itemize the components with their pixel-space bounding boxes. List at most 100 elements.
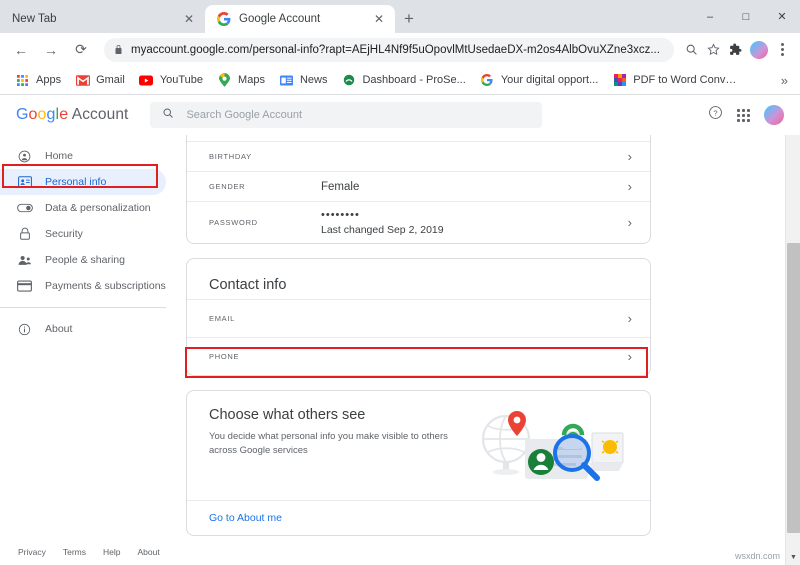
sidebar-item-home[interactable]: Home xyxy=(0,143,166,169)
logo-word: Account xyxy=(68,106,128,123)
go-to-about-me-link[interactable]: Go to About me xyxy=(187,500,650,535)
sidebar-item-data-personalization[interactable]: Data & personalization xyxy=(0,195,166,221)
password-last-changed: Last changed Sep 2, 2019 xyxy=(321,224,620,236)
footer-link-about[interactable]: About xyxy=(138,547,160,557)
google-account-logo: Google Account xyxy=(16,106,128,124)
sidebar-item-personal-info[interactable]: Personal info xyxy=(0,169,166,195)
lock-icon xyxy=(114,44,123,55)
sidebar-divider xyxy=(0,307,166,308)
forward-icon[interactable]: → xyxy=(38,37,64,63)
password-masked-value: •••••••• xyxy=(321,209,360,221)
back-icon[interactable]: ← xyxy=(8,37,34,63)
dashboard-icon xyxy=(341,73,356,88)
sidebar-item-people-sharing[interactable]: People & sharing xyxy=(0,247,166,273)
url-text: myaccount.google.com/personal-info?rapt=… xyxy=(131,44,664,56)
close-icon[interactable]: ✕ xyxy=(181,11,197,27)
lock-icon xyxy=(16,227,33,241)
row-password[interactable]: PASSWORD •••••••• Last changed Sep 2, 20… xyxy=(187,201,650,243)
browser-window: New Tab ✕ Google Account ✕ + – □ ✕ ← → xyxy=(0,0,800,565)
main-content: NAME › BIRTHDAY › GENDER Female › xyxy=(180,135,800,565)
window-controls: – □ ✕ xyxy=(692,0,800,33)
puzzle-icon[interactable] xyxy=(724,39,746,61)
row-label: GENDER xyxy=(209,182,321,191)
logo-letter: e xyxy=(59,106,68,123)
logo-letter: g xyxy=(47,106,56,123)
bookmark-label: YouTube xyxy=(160,74,203,86)
page-content: Google Account Search Google Account ? xyxy=(0,95,800,565)
logo-letter: o xyxy=(29,106,38,123)
google-account-header: Google Account Search Google Account ? xyxy=(0,95,800,135)
cwos-description: You decide what personal info you make v… xyxy=(209,430,459,459)
row-email[interactable]: EMAIL › xyxy=(187,299,650,337)
avatar-icon[interactable] xyxy=(750,41,768,59)
help-circle-icon[interactable]: ? xyxy=(708,105,723,125)
row-label: PASSWORD xyxy=(209,218,321,227)
logo-letter: o xyxy=(38,106,47,123)
pdf-converter-icon xyxy=(612,73,627,88)
close-icon[interactable]: ✕ xyxy=(371,11,387,27)
search-placeholder: Search Google Account xyxy=(186,109,302,121)
bookmark-news[interactable]: News xyxy=(272,70,335,91)
google-g-icon xyxy=(480,73,495,88)
search-icon[interactable] xyxy=(680,39,702,61)
sidebar-item-label: About xyxy=(45,323,72,335)
row-value-group: •••••••• Last changed Sep 2, 2019 xyxy=(321,209,620,236)
bookmark-label: Gmail xyxy=(96,74,125,86)
bookmark-dashboard[interactable]: Dashboard - ProSe... xyxy=(334,70,472,91)
footer-link-terms[interactable]: Terms xyxy=(63,547,86,557)
footer-link-privacy[interactable]: Privacy xyxy=(18,547,46,557)
row-phone[interactable]: PHONE › xyxy=(187,337,650,375)
sidebar-item-label: Personal info xyxy=(45,176,106,188)
bookmark-label: Apps xyxy=(36,74,61,86)
tab-google-account[interactable]: Google Account ✕ xyxy=(205,5,395,33)
toolbar-right xyxy=(724,39,792,61)
svg-text:?: ? xyxy=(713,108,717,117)
minimize-icon[interactable]: – xyxy=(692,0,728,33)
three-dot-menu-icon[interactable] xyxy=(772,43,792,56)
sidebar-item-payments-subscriptions[interactable]: Payments & subscriptions xyxy=(0,273,166,299)
gmail-icon xyxy=(75,73,90,88)
avatar-icon[interactable] xyxy=(764,105,784,125)
toggle-switch-icon xyxy=(16,203,33,213)
scroll-down-arrow-icon[interactable]: ▼ xyxy=(786,550,800,565)
bookmark-your-digital-opportunity[interactable]: Your digital opport... xyxy=(473,70,605,91)
search-input[interactable]: Search Google Account xyxy=(150,102,542,128)
bookmarks-overflow-icon[interactable]: » xyxy=(781,73,792,88)
row-birthday[interactable]: BIRTHDAY › xyxy=(187,141,650,171)
browser-toolbar: ← → ⟳ myaccount.google.com/personal-info… xyxy=(0,33,800,66)
header-actions: ? xyxy=(708,105,784,125)
sidebar-item-label: Home xyxy=(45,150,73,162)
watermark: wsxdn.com xyxy=(735,551,780,561)
apps-grid-icon xyxy=(15,73,30,88)
vertical-scrollbar[interactable]: ▲ ▼ xyxy=(785,95,800,565)
cwos-title: Choose what others see xyxy=(209,407,466,423)
reload-icon[interactable]: ⟳ xyxy=(68,37,94,63)
sidebar: Home Personal info Data & personalizatio… xyxy=(0,135,180,565)
bookmark-youtube[interactable]: YouTube xyxy=(132,70,210,91)
row-gender[interactable]: GENDER Female › xyxy=(187,171,650,201)
maps-pin-icon xyxy=(217,73,232,88)
bookmark-pdf-to-word[interactable]: PDF to Word Conve... xyxy=(605,70,745,91)
footer-link-help[interactable]: Help xyxy=(103,547,120,557)
star-icon[interactable] xyxy=(702,39,724,61)
bookmark-maps[interactable]: Maps xyxy=(210,70,272,91)
scrollbar-thumb[interactable] xyxy=(787,243,800,533)
tab-new-tab[interactable]: New Tab ✕ xyxy=(0,5,205,33)
new-tab-button[interactable]: + xyxy=(395,5,423,33)
cwos-text: Choose what others see You decide what p… xyxy=(209,407,476,490)
apps-grid-icon[interactable] xyxy=(737,109,750,122)
id-card-icon xyxy=(16,176,33,188)
sidebar-item-security[interactable]: Security xyxy=(0,221,166,247)
basic-info-card: NAME › BIRTHDAY › GENDER Female › xyxy=(186,135,651,244)
address-bar[interactable]: myaccount.google.com/personal-info?rapt=… xyxy=(104,38,674,62)
credit-card-icon xyxy=(16,280,33,292)
contact-info-title: Contact info xyxy=(187,259,650,299)
home-person-icon xyxy=(16,150,33,163)
bookmark-apps[interactable]: Apps xyxy=(8,70,68,91)
row-label: EMAIL xyxy=(209,314,321,323)
close-window-icon[interactable]: ✕ xyxy=(764,0,800,33)
maximize-icon[interactable]: □ xyxy=(728,0,764,33)
bookmark-label: Your digital opport... xyxy=(501,74,598,86)
bookmark-gmail[interactable]: Gmail xyxy=(68,70,132,91)
sidebar-item-about[interactable]: About xyxy=(0,316,166,342)
